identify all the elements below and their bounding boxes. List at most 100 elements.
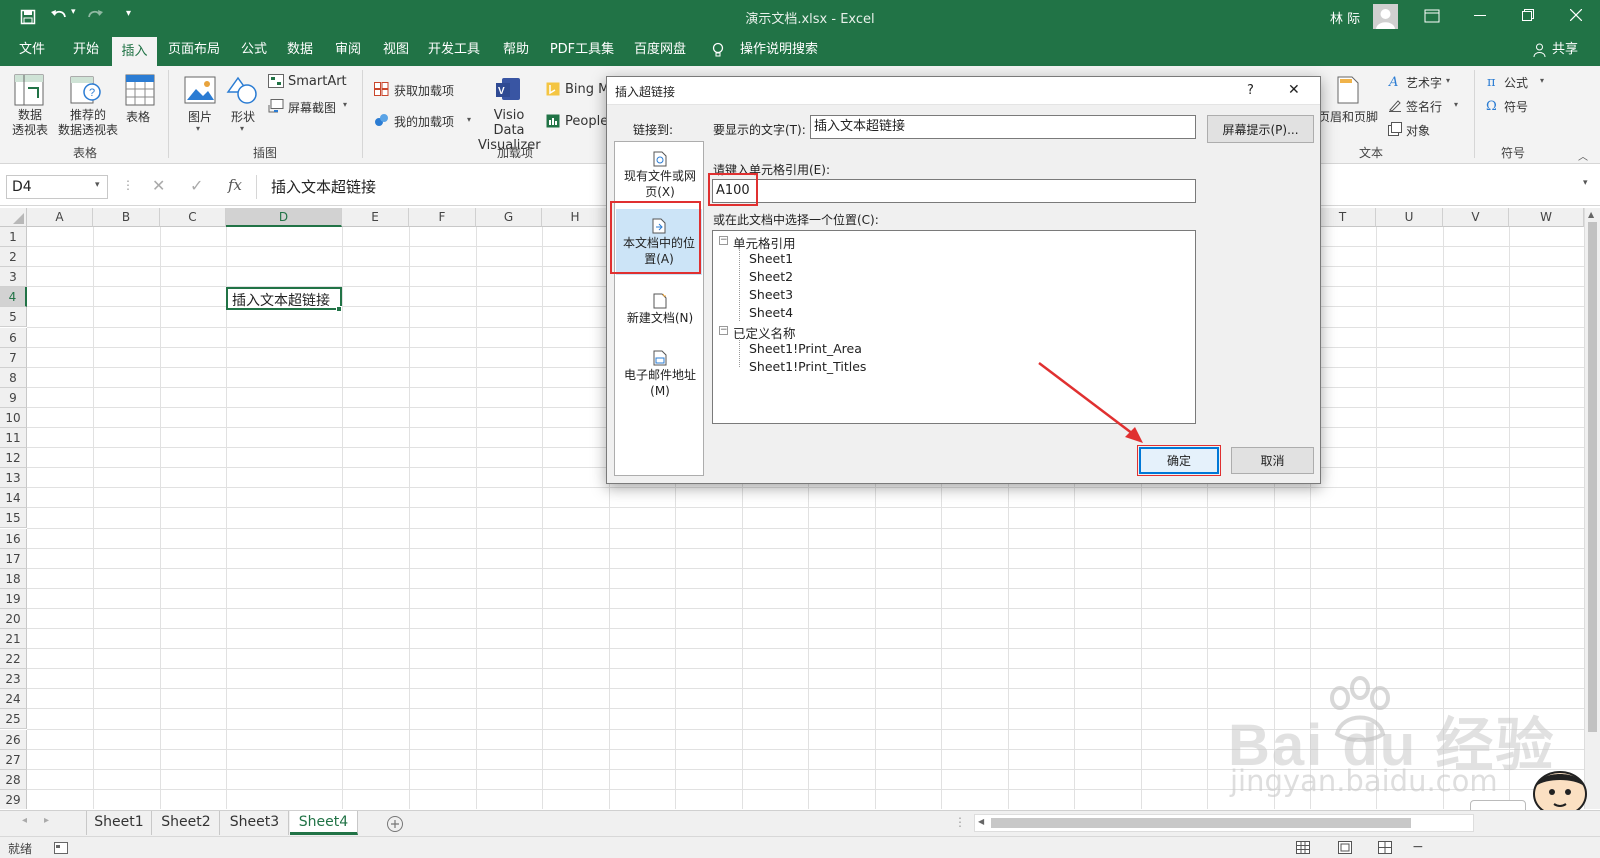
collapse-ribbon-icon[interactable]: ︿ [1578,148,1588,163]
store-icon[interactable] [374,82,389,96]
table-label[interactable]: 表格 [126,108,150,125]
scroll-left-icon[interactable]: ◀ [978,817,984,826]
cell-reference-input[interactable]: A100 [712,179,1196,203]
recommended-pivot-icon[interactable]: ? [70,74,102,106]
tree-node-sheet[interactable]: Sheet2 [749,269,793,284]
row-header[interactable]: 8 [0,367,27,388]
row-header[interactable]: 20 [0,608,27,629]
symbol-label[interactable]: 符号 [1504,98,1528,115]
nav-existing-file-or-webpage[interactable]: 现有文件或网 页(X) [615,146,705,206]
row-header[interactable]: 3 [0,267,27,288]
row-header[interactable]: 15 [0,508,27,529]
column-header[interactable]: H [542,208,609,227]
row-header[interactable]: 17 [0,548,27,569]
nav-email-address[interactable]: 电子邮件地址 (M) [615,345,705,405]
row-header[interactable]: 10 [0,407,27,428]
shapes-icon[interactable] [226,74,258,106]
column-header[interactable]: W [1509,208,1584,227]
row-header[interactable]: 21 [0,629,27,649]
sheet-scroll-right-icon[interactable]: ▸ [44,815,49,826]
undo-icon[interactable] [50,8,68,24]
pivot-table-label[interactable]: 数据 透视表 [10,108,50,138]
row-header[interactable]: 29 [0,789,27,809]
expand-formula-bar-icon[interactable]: ▾ [1583,178,1588,188]
column-header[interactable]: F [409,208,476,227]
row-header[interactable]: 6 [0,327,27,348]
vertical-scrollbar[interactable]: ▲ [1584,208,1600,809]
row-header[interactable]: 23 [0,669,27,690]
save-icon[interactable] [20,9,36,25]
equation-label[interactable]: 公式 [1504,74,1528,91]
bing-maps-icon[interactable] [546,82,560,96]
minimize-icon[interactable] [1474,15,1486,17]
select-all-corner[interactable] [0,208,27,227]
close-window-icon[interactable] [1570,9,1582,21]
tree-node-sheet[interactable]: Sheet3 [749,287,793,302]
pictures-label[interactable]: 图片 [188,108,212,125]
row-header[interactable]: 4 [0,287,27,308]
name-box-dropdown-icon[interactable]: ▾ [95,180,100,190]
people-graph-icon[interactable] [546,114,560,128]
column-header[interactable]: V [1443,208,1509,227]
macro-record-icon[interactable] [54,842,68,854]
horizontal-scroll-thumb[interactable] [991,818,1411,828]
my-addins-dropdown-icon[interactable]: ▾ [467,115,471,124]
column-header[interactable]: D [226,208,342,227]
wordart-icon[interactable]: A [1388,74,1402,88]
column-header[interactable]: B [93,208,160,227]
customize-qat-icon[interactable]: ▾ [126,8,131,19]
row-header[interactable]: 22 [0,649,27,670]
my-addins-label[interactable]: 我的加载项 [394,113,454,130]
column-header[interactable]: A [27,208,93,227]
screenshot-icon[interactable] [268,99,284,113]
tab-view[interactable]: 视图 [376,34,416,66]
tab-review[interactable]: 审阅 [328,34,368,66]
header-footer-icon[interactable] [1336,76,1360,104]
tab-file[interactable]: 文件 [12,34,52,66]
visio-icon[interactable]: V [494,76,522,104]
undo-dropdown-icon[interactable]: ▾ [71,7,76,17]
tab-split-grip-icon[interactable]: ⋮ [954,815,966,829]
row-header[interactable]: 19 [0,588,27,609]
row-header[interactable]: 1 [0,227,27,247]
row-header[interactable]: 16 [0,528,27,549]
screentip-button[interactable]: 屏幕提示(P)... [1207,115,1314,143]
row-header[interactable]: 13 [0,468,27,489]
equation-icon[interactable]: π [1486,74,1500,88]
active-cell[interactable]: 插入文本超链接 [226,287,342,312]
equation-dropdown-icon[interactable]: ▾ [1540,76,1544,85]
tree-node-sheet[interactable]: Sheet1 [749,251,793,266]
row-header[interactable]: 14 [0,488,27,509]
header-footer-label[interactable]: 页眉和页脚 [1318,108,1378,125]
row-header[interactable]: 25 [0,709,27,730]
dialog-close-button[interactable]: ✕ [1288,82,1300,98]
dialog-help-button[interactable]: ? [1247,83,1254,98]
cancel-entry-icon[interactable]: ✕ [152,176,165,195]
sheet-tab[interactable]: Sheet1 [86,811,152,835]
sheet-tab-active[interactable]: Sheet4 [290,811,358,835]
row-header[interactable]: 18 [0,568,27,589]
symbol-icon[interactable]: Ω [1486,98,1500,112]
sheet-tab[interactable]: Sheet3 [221,811,289,835]
row-header[interactable]: 7 [0,347,27,368]
smartart-icon[interactable] [268,74,284,88]
fill-handle[interactable] [336,306,342,312]
redo-icon[interactable] [86,8,104,24]
tab-developer[interactable]: 开发工具 [424,34,484,66]
tree-node-sheet[interactable]: Sheet4 [749,305,793,320]
recommended-pivot-label[interactable]: 推荐的 数据透视表 [52,108,124,138]
share-button[interactable]: 共享 [1548,34,1582,66]
normal-view-icon[interactable] [1296,841,1310,854]
horizontal-scrollbar[interactable]: ◀ [974,814,1474,832]
tree-node-name[interactable]: Sheet1!Print_Titles [749,359,866,374]
row-header[interactable]: 27 [0,749,27,770]
cancel-button[interactable]: 取消 [1231,447,1314,474]
my-addins-icon[interactable] [374,113,389,127]
people-graph-label[interactable]: People [565,114,608,129]
column-header[interactable]: E [342,208,409,227]
page-break-view-icon[interactable] [1378,841,1392,854]
page-layout-view-icon[interactable] [1338,841,1352,854]
sheet-scroll-left-icon[interactable]: ◂ [22,815,27,826]
screenshot-dropdown-icon[interactable]: ▾ [343,100,347,109]
column-header[interactable]: U [1376,208,1443,227]
